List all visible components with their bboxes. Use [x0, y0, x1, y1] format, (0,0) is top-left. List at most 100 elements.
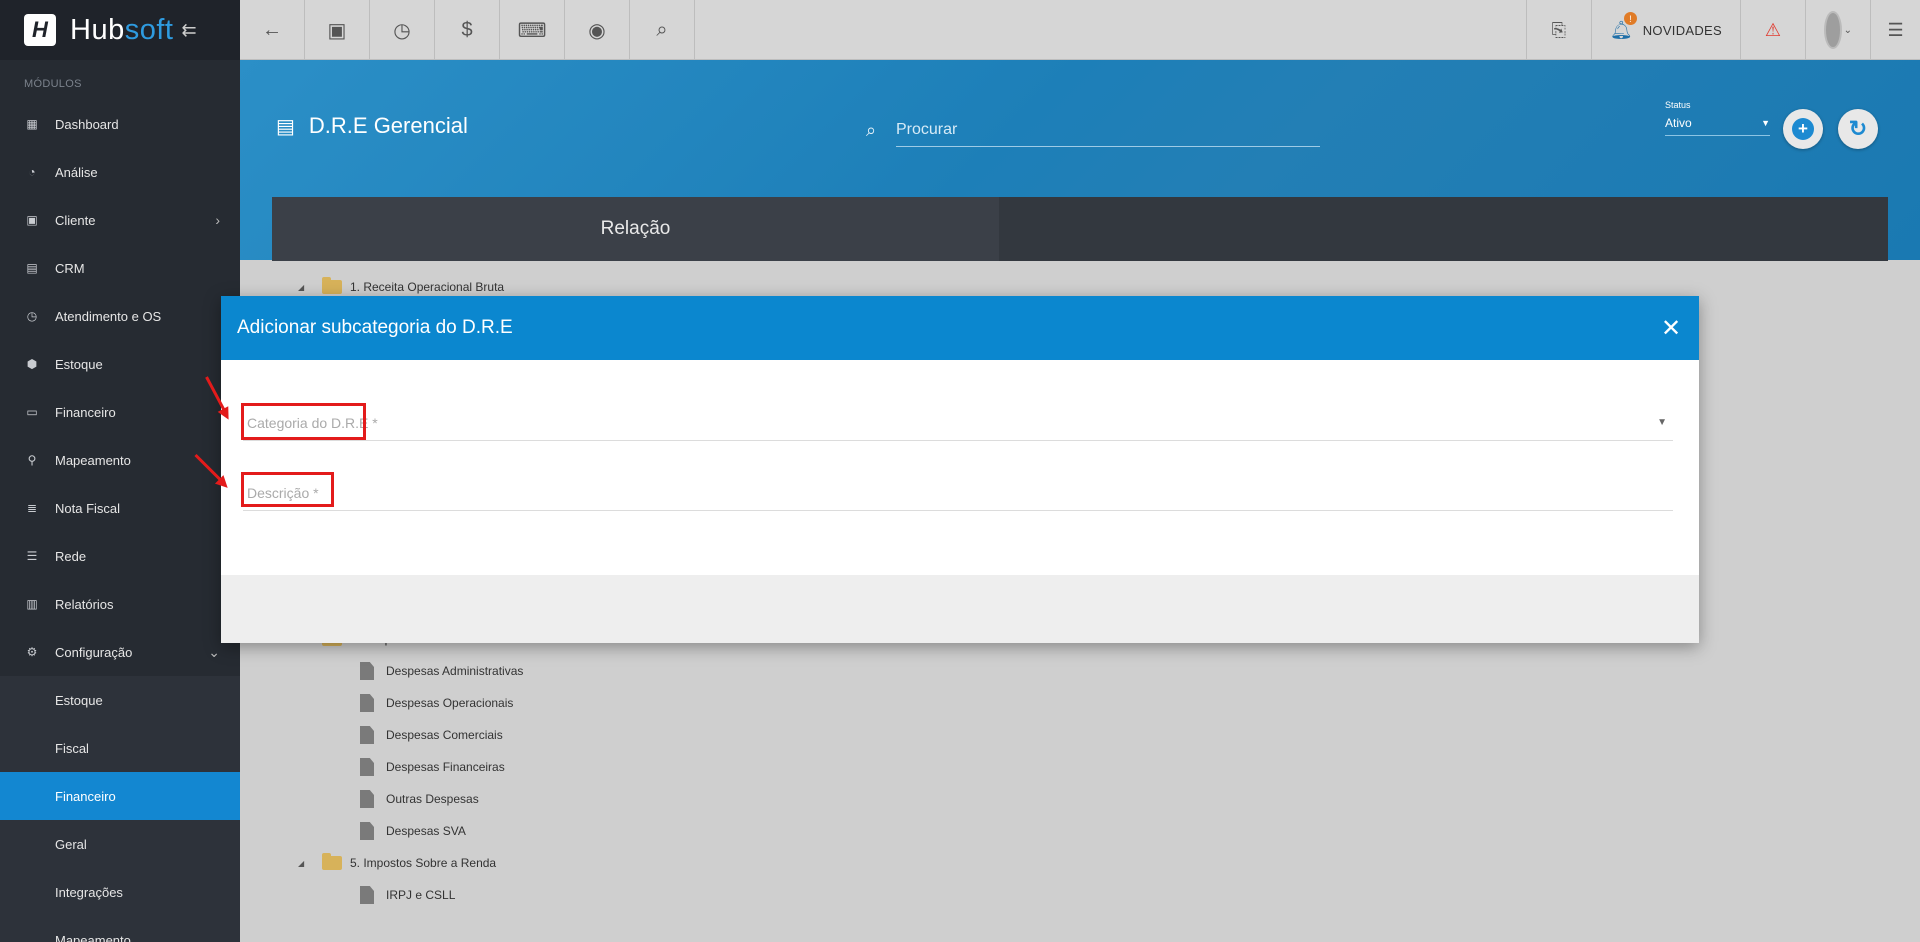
map-pin-icon: ⚲: [27, 453, 37, 467]
sidebar-item-analise[interactable]: ◔ Análise: [0, 148, 240, 196]
list-menu-icon: ☰: [1887, 19, 1904, 40]
sidebar-subitem-estoque[interactable]: Estoque: [0, 676, 240, 724]
search-button[interactable]: ⌕: [630, 0, 695, 60]
pie-chart-icon: ◔: [28, 165, 36, 179]
sidebar-item-financeiro[interactable]: ▭ Financeiro: [0, 388, 240, 436]
sidebar-item-label: Análise: [55, 164, 98, 180]
add-button[interactable]: +: [1783, 109, 1823, 149]
tab-relacao[interactable]: Relação: [272, 197, 999, 261]
file-icon: [360, 758, 374, 776]
sidebar-item-configuracao[interactable]: ⚙ Configuração ⌄: [0, 628, 240, 676]
toggle-icon[interactable]: ◢: [298, 283, 308, 292]
sidebar-item-dashboard[interactable]: ▦ Dashboard: [0, 100, 240, 148]
folder-icon: [322, 853, 342, 870]
sidebar-subitem-mapeamento[interactable]: Mapeamento: [0, 916, 240, 942]
chevron-down-icon: ⌄: [208, 643, 220, 660]
tree-leaf[interactable]: Despesas Financeiras: [360, 757, 505, 777]
tree-label: 1. Receita Operacional Bruta: [350, 280, 505, 294]
sidebar-subitem-integracoes[interactable]: Integrações: [0, 868, 240, 916]
sidebar-item-cliente[interactable]: ▣ Cliente ›: [0, 196, 240, 244]
tree-leaf[interactable]: Despesas Comerciais: [360, 725, 503, 745]
pdf-icon: ⎘: [1551, 19, 1567, 40]
sidebar-item-mapeamento[interactable]: ⚲ Mapeamento: [0, 436, 240, 484]
sidebar-subitem-geral[interactable]: Geral: [0, 820, 240, 868]
novidades-button[interactable]: 🔔︎ ! NOVIDADES: [1590, 0, 1740, 60]
file-icon: [360, 822, 374, 840]
categoria-select[interactable]: Categoria do D.R.E * ▼: [243, 405, 1673, 441]
descricao-field[interactable]: Descrição *: [243, 475, 1673, 511]
sidebar-item-atendimento[interactable]: ◷ Atendimento e OS: [0, 292, 240, 340]
back-button[interactable]: ←: [240, 0, 305, 60]
tree-folder[interactable]: ◢ 1. Receita Operacional Bruta: [298, 277, 504, 297]
sidebar-item-relatorios[interactable]: ▥ Relatórios: [0, 580, 240, 628]
sidebar-subitem-label: Integrações: [55, 884, 123, 900]
contact-card-icon: ▣: [26, 213, 38, 227]
menu-button[interactable]: ☰: [1870, 0, 1920, 60]
tree-label: Despesas Operacionais: [386, 696, 514, 710]
contacts-button[interactable]: ▣: [305, 0, 370, 60]
tree-leaf[interactable]: Despesas SVA: [360, 821, 466, 841]
sidebar-item-label: Financeiro: [55, 404, 116, 420]
view-button[interactable]: ◉: [565, 0, 630, 60]
tree-label: Despesas SVA: [386, 824, 466, 838]
sidebar-item-label: Dashboard: [55, 116, 119, 132]
file-icon: [360, 662, 374, 680]
tree-label: Despesas Comerciais: [386, 728, 503, 742]
sidebar-item-nota-fiscal[interactable]: ≣ Nota Fiscal: [0, 484, 240, 532]
pdf-button[interactable]: ⎘: [1525, 0, 1591, 60]
schedule-button[interactable]: ◷: [370, 0, 435, 60]
sidebar-item-label: CRM: [55, 260, 85, 276]
finance-button[interactable]: $: [435, 0, 500, 60]
sidebar-item-label: Cliente: [55, 212, 96, 228]
file-icon: [360, 694, 374, 712]
tree-leaf[interactable]: Outras Despesas: [360, 789, 479, 809]
close-icon[interactable]: ✕: [1659, 314, 1683, 343]
search-icon: ⌕: [656, 18, 668, 41]
tree-label: 5. Impostos Sobre a Renda: [350, 856, 497, 870]
tree-leaf[interactable]: Despesas Operacionais: [360, 693, 513, 713]
sidebar-subitem-label: Financeiro: [55, 788, 116, 804]
tree-leaf[interactable]: IRPJ e CSLL: [360, 885, 455, 905]
terminal-button[interactable]: ⌨: [500, 0, 565, 60]
sidebar: H Hubsoft ⇇ MÓDULOS ▦ Dashboard ◔ Análise …: [0, 0, 240, 942]
sidebar-item-label: Nota Fiscal: [55, 500, 121, 516]
sidebar-item-rede[interactable]: ☰ Rede: [0, 532, 240, 580]
refresh-button[interactable]: ↻: [1838, 109, 1878, 149]
sidebar-subitem-label: Geral: [55, 836, 87, 852]
sidebar-item-label: Mapeamento: [55, 452, 131, 468]
sidebar-item-label: Atendimento e OS: [55, 308, 162, 324]
toggle-icon[interactable]: ◢: [298, 859, 308, 868]
status-select[interactable]: Ativo ▼: [1665, 110, 1770, 136]
alarm-icon: ⚠: [1764, 19, 1782, 40]
alarm-button[interactable]: ⚠: [1740, 0, 1805, 60]
novidades-label: NOVIDADES: [1642, 22, 1722, 38]
sidebar-subitem-financeiro[interactable]: Financeiro: [0, 772, 240, 820]
collapse-sidebar-icon[interactable]: ⇇: [181, 20, 196, 41]
sidebar-item-estoque[interactable]: ⬢ Estoque: [0, 340, 240, 388]
cube-icon: ⬢: [26, 357, 38, 371]
tree-folder[interactable]: ◢ 5. Impostos Sobre a Renda: [298, 853, 496, 873]
search-input[interactable]: [896, 113, 1320, 147]
user-menu[interactable]: ⌄: [1805, 0, 1870, 60]
money-icon: ▭: [26, 405, 38, 419]
brand-name-part2: soft: [124, 13, 174, 46]
sidebar-subitem-fiscal[interactable]: Fiscal: [0, 724, 240, 772]
status-label: Status: [1665, 100, 1691, 110]
modal-title: Adicionar subcategoria do D.R.E: [237, 317, 513, 338]
modal-header: Adicionar subcategoria do D.R.E ✕: [221, 296, 1699, 360]
tree-leaf[interactable]: Despesas Administrativas: [360, 661, 523, 681]
eye-icon: ◉: [588, 19, 606, 42]
server-icon: ☰: [26, 549, 38, 563]
section-label: MÓDULOS: [24, 78, 82, 90]
dollar-icon: $: [461, 18, 473, 41]
logo-area: H Hubsoft ⇇: [0, 0, 240, 60]
page-title: D.R.E Gerencial: [308, 113, 468, 138]
avatar: [1824, 11, 1842, 49]
modal-body: Categoria do D.R.E * ▼ Descrição *: [221, 360, 1699, 575]
panel-tabs: Relação: [272, 197, 1888, 261]
annotation-highlight-categoria: [241, 403, 366, 440]
sidebar-item-label: Estoque: [55, 356, 103, 372]
sidebar-item-crm[interactable]: ▤ CRM: [0, 244, 240, 292]
sidebar-item-label: Configuração: [55, 644, 133, 660]
plus-icon: +: [1792, 118, 1814, 140]
